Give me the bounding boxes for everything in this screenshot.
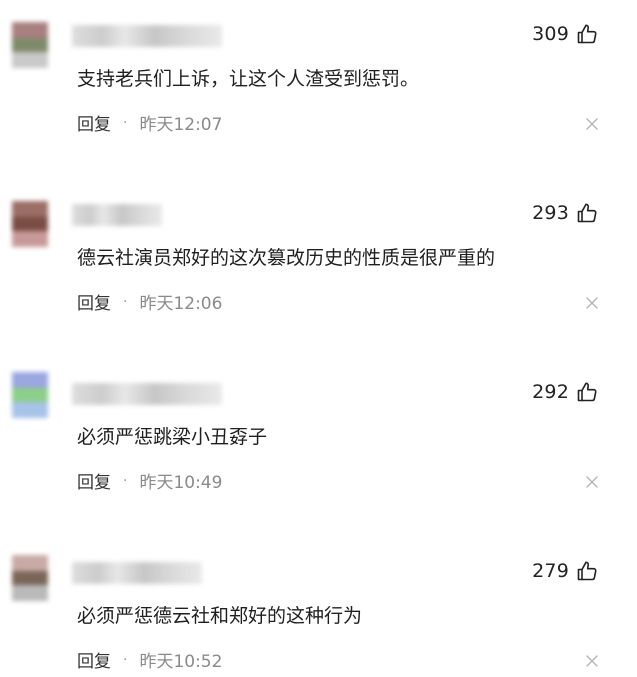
comment-list: 309 支持老兵们上诉，让这个人渣受到惩罚。 回复 · 昨天12:07 293 xyxy=(0,0,637,677)
comment-time: 昨天10:49 xyxy=(139,473,223,493)
avatar-segment xyxy=(12,571,48,585)
avatar[interactable] xyxy=(12,555,48,601)
like-count: 279 xyxy=(532,560,569,582)
username-blurred[interactable] xyxy=(72,562,202,584)
thumbs-up-icon xyxy=(577,561,597,581)
avatar-segment xyxy=(12,52,48,68)
like-count: 292 xyxy=(532,381,569,403)
close-icon[interactable] xyxy=(585,117,599,131)
thumbs-up-icon xyxy=(577,24,597,44)
close-icon[interactable] xyxy=(585,654,599,668)
comment-item: 279 必须严惩德云社和郑好的这种行为 回复 · 昨天10:52 xyxy=(0,537,637,677)
comment-text: 必须严惩跳梁小丑孬子 xyxy=(77,426,268,448)
comment-item: 292 必须严惩跳梁小丑孬子 回复 · 昨天10:49 xyxy=(0,358,637,528)
comment-item: 293 德云社演员郑好的这次篡改历史的性质是很严重的 回复 · 昨天12:06 xyxy=(0,179,637,349)
comment-text: 必须严惩德云社和郑好的这种行为 xyxy=(77,605,363,627)
comment-time: 昨天12:07 xyxy=(139,115,223,135)
avatar-segment xyxy=(12,585,48,601)
avatar-segment xyxy=(12,231,48,247)
reply-button[interactable]: 回复 xyxy=(77,468,111,493)
reply-button[interactable]: 回复 xyxy=(77,647,111,672)
comment-meta: 回复 · 昨天10:49 xyxy=(77,468,223,494)
meta-separator: · xyxy=(123,472,128,489)
like-count: 309 xyxy=(532,23,569,45)
username-blurred[interactable] xyxy=(72,25,222,47)
avatar-segment xyxy=(12,402,48,418)
comment-text: 德云社演员郑好的这次篡改历史的性质是很严重的 xyxy=(77,247,496,269)
avatar[interactable] xyxy=(12,372,52,418)
meta-separator: · xyxy=(123,114,128,131)
meta-separator: · xyxy=(123,293,128,310)
avatar[interactable] xyxy=(12,22,48,68)
avatar-segment xyxy=(12,38,48,52)
avatar-segment xyxy=(12,201,48,217)
comment-meta: 回复 · 昨天12:07 xyxy=(77,110,223,136)
thumbs-up-icon xyxy=(577,382,597,402)
avatar-segment xyxy=(12,372,48,388)
username-blurred[interactable] xyxy=(72,383,222,405)
avatar[interactable] xyxy=(12,201,48,247)
comment-time: 昨天10:52 xyxy=(139,652,223,672)
comment-meta: 回复 · 昨天12:06 xyxy=(77,289,223,315)
reply-button[interactable]: 回复 xyxy=(77,289,111,314)
comment-meta: 回复 · 昨天10:52 xyxy=(77,647,223,673)
comment-time: 昨天12:06 xyxy=(139,294,223,314)
username-blurred[interactable] xyxy=(72,204,162,226)
like-button[interactable]: 292 xyxy=(532,380,599,404)
avatar-segment xyxy=(12,22,48,38)
avatar-segment xyxy=(12,555,48,571)
close-icon[interactable] xyxy=(585,296,599,310)
like-count: 293 xyxy=(532,202,569,224)
avatar-segment xyxy=(12,388,48,402)
thumbs-up-icon xyxy=(577,203,597,223)
avatar-segment xyxy=(12,217,48,231)
close-icon[interactable] xyxy=(585,475,599,489)
meta-separator: · xyxy=(123,651,128,668)
like-button[interactable]: 279 xyxy=(532,559,599,583)
comment-item: 309 支持老兵们上诉，让这个人渣受到惩罚。 回复 · 昨天12:07 xyxy=(0,0,637,170)
like-button[interactable]: 293 xyxy=(532,201,599,225)
reply-button[interactable]: 回复 xyxy=(77,110,111,135)
like-button[interactable]: 309 xyxy=(532,22,599,46)
comment-text: 支持老兵们上诉，让这个人渣受到惩罚。 xyxy=(77,68,420,90)
